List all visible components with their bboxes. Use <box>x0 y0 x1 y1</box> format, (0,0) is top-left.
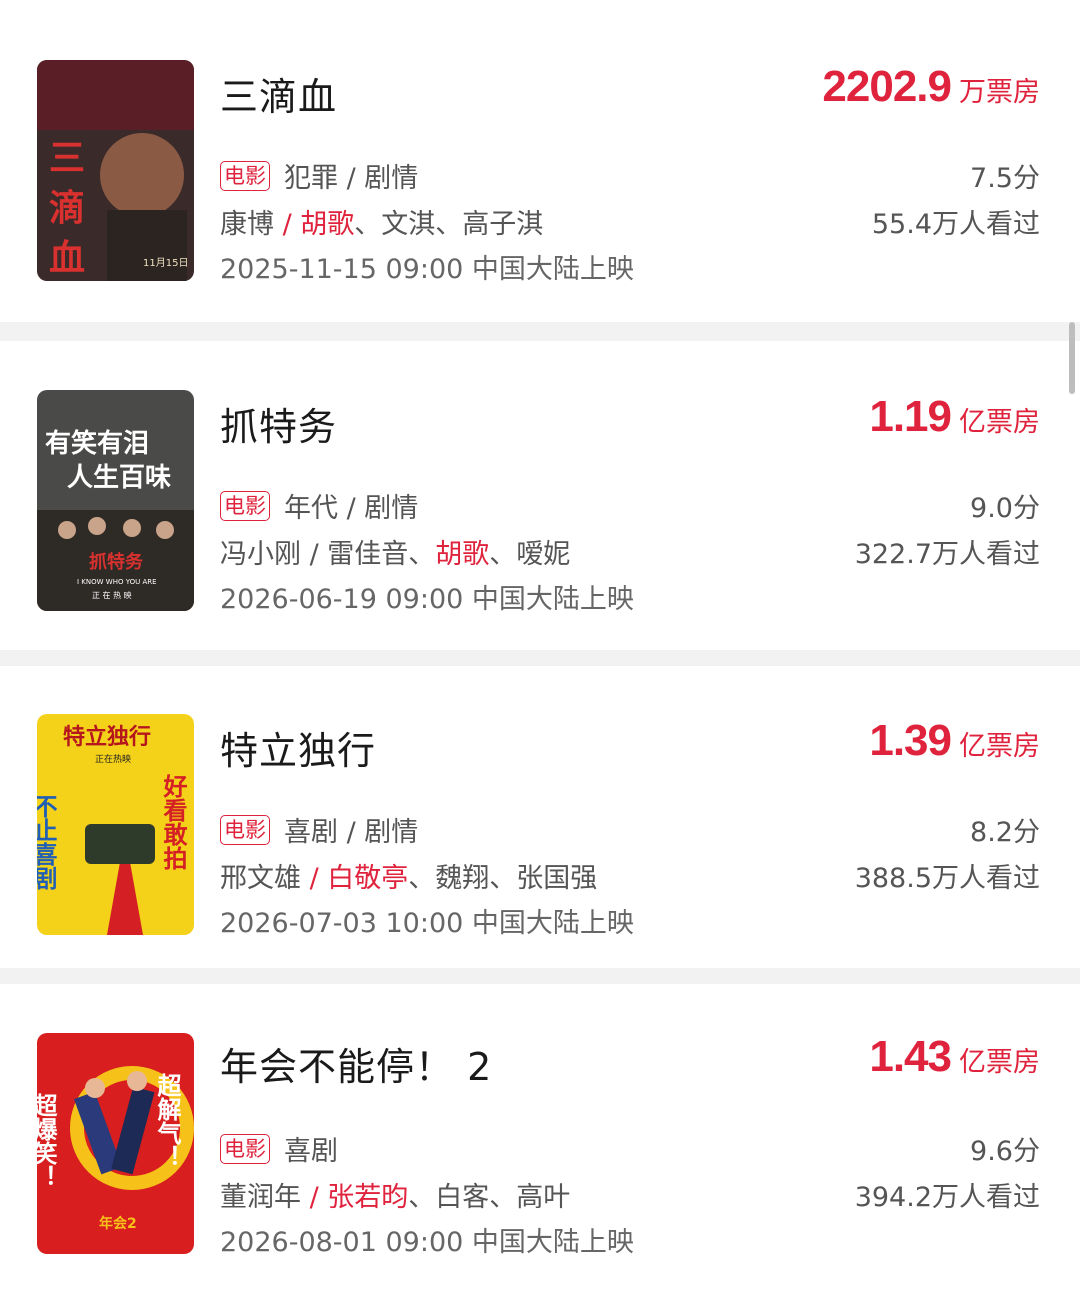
release-info: 2026-06-19 09:00 中国大陆上映 <box>220 584 634 615</box>
type-badge: 电影 <box>220 160 270 191</box>
box-office-number: 1.43 <box>869 1032 952 1081</box>
cast-row: 邢文雄 / 白敬亭、魏翔、张国强 <box>220 856 597 895</box>
release-info: 2026-08-01 09:00 中国大陆上映 <box>220 1227 634 1258</box>
cast-separator: / <box>301 1182 328 1213</box>
cast-separator: / <box>301 539 328 570</box>
genre-row: 电影 喜剧 <box>220 1129 338 1168</box>
genre-text: 喜剧 / 剧情 <box>284 817 419 848</box>
poster-title-char: 滴 <box>49 188 85 229</box>
movie-card[interactable]: 三 滴 血 11月15日 三滴血 2202.9 万票房 电影 犯罪 / 剧情 康… <box>0 0 1080 322</box>
other-actors: 、白客、高叶 <box>408 1182 571 1213</box>
release-info: 2026-07-03 10:00 中国大陆上映 <box>220 908 634 939</box>
box-office: 1.43 亿票房 <box>869 1032 1040 1082</box>
movie-poster[interactable]: 特立独行 正在热映 不止喜剧 好看敢拍 <box>37 714 194 935</box>
poster-slogan: 不止喜剧 <box>37 794 57 891</box>
genre-text: 年代 / 剧情 <box>284 493 419 524</box>
box-office-number: 2202.9 <box>822 62 952 111</box>
movie-poster[interactable]: 有笑有泪 人生百味 抓特务 I KNOW WHO YOU ARE 正 在 热 映 <box>37 390 194 611</box>
poster-title-char: 三 <box>49 138 85 179</box>
box-office: 1.39 亿票房 <box>869 716 1040 766</box>
box-office-unit: 亿票房 <box>959 407 1040 438</box>
highlighted-actor[interactable]: 白敬亭 <box>327 863 408 894</box>
cast-row: 康博 / 胡歌、文淇、高子淇 <box>220 202 543 241</box>
poster-status: 正在热映 <box>95 753 131 765</box>
poster-slogan: 好看敢拍 <box>159 774 188 871</box>
poster-title: 年会2 <box>99 1215 137 1232</box>
poster-image: 有笑有泪 人生百味 抓特务 I KNOW WHO YOU ARE 正 在 热 映 <box>37 390 194 611</box>
director: 邢文雄 <box>220 863 301 894</box>
box-office-unit: 万票房 <box>959 77 1040 108</box>
poster-title-char: 血 <box>49 238 85 279</box>
highlighted-actor[interactable]: 胡歌 <box>435 539 489 570</box>
genre-text: 喜剧 <box>284 1136 338 1167</box>
poster-tagline: 有笑有泪 <box>45 428 149 459</box>
cast-separator: / <box>301 863 328 894</box>
movie-poster[interactable]: 三 滴 血 11月15日 <box>37 60 194 281</box>
genre-row: 电影 年代 / 剧情 <box>220 486 418 525</box>
movie-card[interactable]: 超爆笑！ 超解气！ 年会2 年会不能停！ 2 1.43 亿票房 电影 喜剧 董润… <box>0 984 1080 1308</box>
box-office-number: 1.39 <box>869 716 952 765</box>
poster-title: 抓特务 <box>89 551 144 573</box>
movie-title[interactable]: 特立独行 <box>220 720 376 775</box>
cast-separator: / <box>274 209 301 240</box>
other-actors: 、嗳妮 <box>489 539 571 570</box>
genre-row: 电影 喜剧 / 剧情 <box>220 810 418 849</box>
director: 董润年 <box>220 1182 301 1213</box>
poster-image: 三 滴 血 11月15日 <box>37 60 194 281</box>
viewer-count: 322.7万人看过 <box>854 539 1040 570</box>
highlighted-actor[interactable]: 张若昀 <box>327 1182 408 1213</box>
box-office: 1.19 亿票房 <box>869 392 1040 442</box>
box-office-unit: 亿票房 <box>959 731 1040 762</box>
movie-poster[interactable]: 超爆笑！ 超解气！ 年会2 <box>37 1033 194 1254</box>
poster-subtitle: I KNOW WHO YOU ARE <box>77 578 157 586</box>
poster-tagline: 人生百味 <box>67 463 171 493</box>
release-info: 2025-11-15 09:00 中国大陆上映 <box>220 254 634 285</box>
cast-row: 冯小刚 / 雷佳音、胡歌、嗳妮 <box>220 532 570 571</box>
poster-date: 11月15日 <box>143 257 188 269</box>
viewer-count: 388.5万人看过 <box>854 863 1040 894</box>
rating: 8.2分 <box>970 817 1040 848</box>
poster-image: 特立独行 正在热映 不止喜剧 好看敢拍 <box>37 714 194 935</box>
poster-slogan: 超爆笑！ <box>37 1093 57 1189</box>
poster-slogan: 超解气！ <box>153 1073 182 1169</box>
scrollbar-thumb[interactable] <box>1069 322 1075 394</box>
viewer-count: 394.2万人看过 <box>854 1182 1040 1213</box>
poster-image: 超爆笑！ 超解气！ 年会2 <box>37 1033 194 1254</box>
other-actors: 、文淇、高子淇 <box>354 209 544 240</box>
director: 冯小刚 <box>220 539 301 570</box>
movie-title[interactable]: 年会不能停！ 2 <box>220 1036 492 1091</box>
highlighted-actor[interactable]: 胡歌 <box>300 209 354 240</box>
rating: 9.0分 <box>970 493 1040 524</box>
movie-card[interactable]: 有笑有泪 人生百味 抓特务 I KNOW WHO YOU ARE 正 在 热 映… <box>0 341 1080 650</box>
other-actors: 、魏翔、张国强 <box>408 863 598 894</box>
genre-text: 犯罪 / 剧情 <box>284 163 419 194</box>
rating: 9.6分 <box>970 1136 1040 1167</box>
first-actor: 雷佳音、 <box>327 539 436 570</box>
director: 康博 <box>220 209 274 240</box>
box-office: 2202.9 万票房 <box>822 62 1040 112</box>
genre-row: 电影 犯罪 / 剧情 <box>220 156 418 195</box>
rating: 7.5分 <box>970 163 1040 194</box>
type-badge: 电影 <box>220 1133 270 1164</box>
type-badge: 电影 <box>220 814 270 845</box>
box-office-number: 1.19 <box>869 392 952 441</box>
movie-title[interactable]: 三滴血 <box>220 66 337 121</box>
poster-status: 正 在 热 映 <box>92 590 132 600</box>
box-office-unit: 亿票房 <box>959 1047 1040 1078</box>
movie-card[interactable]: 特立独行 正在热映 不止喜剧 好看敢拍 特立独行 1.39 亿票房 电影 喜剧 … <box>0 666 1080 968</box>
viewer-count: 55.4万人看过 <box>871 209 1040 240</box>
movie-title[interactable]: 抓特务 <box>220 396 337 451</box>
cast-row: 董润年 / 张若昀、白客、高叶 <box>220 1175 570 1214</box>
poster-title: 特立独行 <box>63 724 151 750</box>
type-badge: 电影 <box>220 490 270 521</box>
